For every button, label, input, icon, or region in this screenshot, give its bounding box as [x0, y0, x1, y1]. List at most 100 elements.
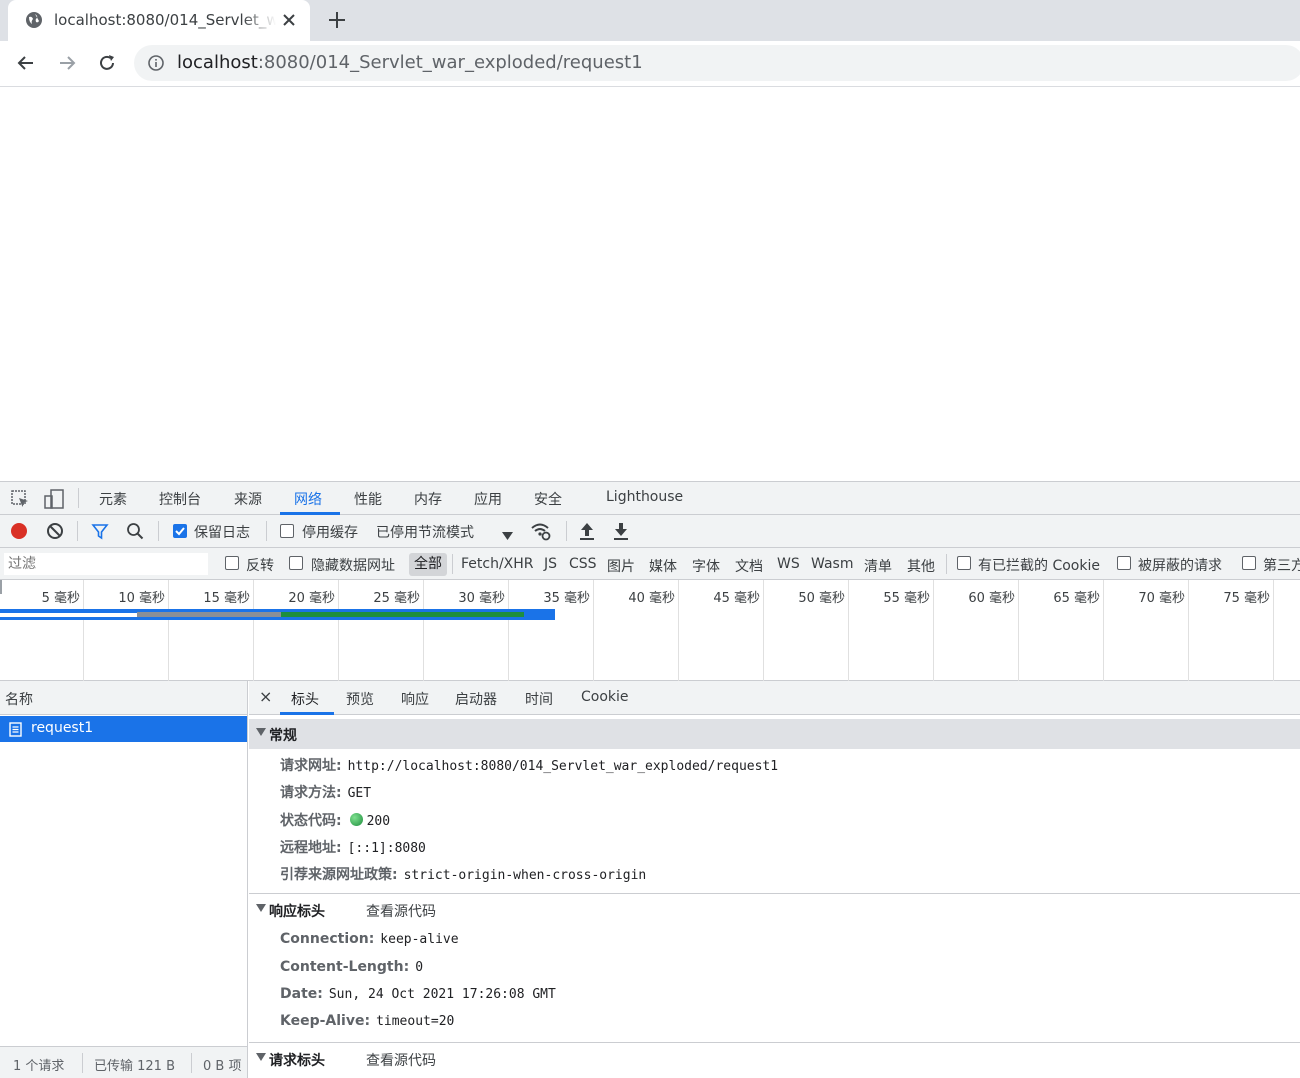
timeline-tick-label: 60 毫秒	[968, 591, 1015, 606]
general-row-referrer: 引荐来源网址政策: strict-origin-when-cross-origin	[280, 864, 646, 884]
tick-line	[763, 580, 764, 681]
tab-memory[interactable]: 内存	[414, 489, 442, 509]
third-party-checkbox[interactable]	[1242, 556, 1256, 570]
section-response-headers-header[interactable]: 响应标头 查看源代码	[249, 895, 1300, 925]
tab-console[interactable]: 控制台	[159, 489, 201, 509]
type-filter-css[interactable]: CSS	[569, 556, 597, 572]
filter-icon[interactable]	[91, 522, 109, 540]
tab-performance[interactable]: 性能	[354, 489, 382, 509]
active-detail-tab-indicator	[280, 712, 334, 715]
chevron-down-icon[interactable]	[502, 526, 513, 540]
check-icon	[175, 527, 185, 536]
section-general-header[interactable]: 常规	[249, 719, 1300, 749]
third-party-label: 第三方	[1263, 558, 1300, 574]
tab-title: localhost:8080/014_Servlet_war_exploded/…	[54, 11, 276, 29]
type-filter-other[interactable]: 其他	[907, 556, 935, 576]
timeline-tick-label: 75 毫秒	[1223, 591, 1270, 606]
device-toolbar-icon[interactable]	[43, 488, 65, 510]
preserve-log-checkbox[interactable]	[173, 524, 187, 538]
view-source-link[interactable]: 查看源代码	[366, 901, 436, 921]
browser-tab[interactable]: localhost:8080/014_Servlet_war_exploded/…	[8, 0, 310, 41]
invert-checkbox[interactable]	[225, 556, 239, 570]
header-key: 引荐来源网址政策:	[280, 867, 398, 883]
section-title: 请求标头	[269, 1053, 325, 1069]
tab-sources[interactable]: 来源	[234, 489, 262, 509]
record-icon[interactable]	[10, 522, 28, 540]
triangle-down-icon	[256, 728, 266, 736]
resources-size: 0 B 项	[203, 1059, 242, 1074]
header-value: 0	[415, 960, 424, 975]
arrow-left-icon	[17, 56, 33, 70]
triangle-down-icon	[256, 1053, 266, 1061]
close-details-icon[interactable]: ×	[259, 687, 272, 706]
hide-data-urls-checkbox[interactable]	[289, 556, 303, 570]
hide-data-urls-label: 隐藏数据网址	[311, 558, 395, 574]
timeline-overview[interactable]: 5 毫秒 10 毫秒 15 毫秒 20 毫秒 25 毫秒 30 毫秒 35 毫秒…	[0, 580, 1300, 681]
type-filter-ws[interactable]: WS	[777, 556, 800, 572]
preserve-log-label: 保留日志	[194, 525, 250, 541]
info-icon[interactable]	[147, 54, 165, 72]
tab-elements[interactable]: 元素	[99, 489, 127, 509]
type-filter-font[interactable]: 字体	[692, 556, 720, 576]
tick-line	[1018, 580, 1019, 681]
general-row-status: 状态代码: 200	[280, 810, 390, 830]
tab-headers[interactable]: 标头	[291, 689, 319, 709]
tab-initiator[interactable]: 启动器	[455, 689, 497, 709]
search-icon[interactable]	[126, 522, 144, 540]
header-key: Date:	[280, 986, 323, 1002]
timeline-tick-label: 10 毫秒	[118, 591, 165, 606]
address-bar[interactable]: localhost:8080/014_Servlet_war_exploded/…	[134, 45, 1300, 81]
tab-network[interactable]: 网络	[294, 489, 322, 509]
timeline-tick-label: 65 毫秒	[1053, 591, 1100, 606]
back-button[interactable]	[11, 48, 41, 78]
type-filter-manifest[interactable]: 清单	[864, 556, 892, 576]
type-filter-all[interactable]: 全部	[409, 553, 447, 576]
throttling-select[interactable]: 已停用节流模式	[376, 522, 474, 542]
devtools-tab-bar: 元素 控制台 来源 网络 性能 内存 应用 安全 Lighthouse	[0, 481, 1300, 515]
type-filter-js[interactable]: JS	[544, 556, 557, 572]
inspect-element-icon[interactable]	[10, 489, 30, 509]
filter-input[interactable]	[4, 553, 208, 575]
network-conditions-icon[interactable]	[530, 520, 552, 542]
type-filter-img[interactable]: 图片	[607, 556, 635, 576]
new-tab-icon[interactable]	[326, 9, 348, 31]
timeline-tick-label: 20 毫秒	[288, 591, 335, 606]
tick-line	[848, 580, 849, 681]
request-row[interactable]: request1	[0, 716, 247, 742]
tab-security[interactable]: 安全	[534, 489, 562, 509]
type-filter-fetch-xhr[interactable]: Fetch/XHR	[461, 556, 534, 572]
download-icon[interactable]	[612, 521, 630, 541]
tab-lighthouse[interactable]: Lighthouse	[606, 489, 683, 505]
tab-response[interactable]: 响应	[401, 689, 429, 709]
blocked-cookies-checkbox[interactable]	[957, 556, 971, 570]
invert-label: 反转	[246, 558, 274, 574]
column-header-name[interactable]: 名称	[0, 681, 247, 715]
tab-timing[interactable]: 时间	[525, 689, 553, 709]
upload-icon[interactable]	[578, 521, 596, 541]
clear-icon[interactable]	[46, 522, 64, 540]
section-request-headers-header[interactable]: 请求标头 查看源代码	[249, 1044, 1300, 1074]
response-header-row: Date: Sun, 24 Oct 2021 17:26:08 GMT	[280, 986, 556, 1002]
status-ok-dot-icon	[349, 813, 363, 826]
type-filter-wasm[interactable]: Wasm	[811, 556, 853, 572]
request-count: 1 个请求	[13, 1059, 65, 1074]
close-tab-icon[interactable]	[280, 11, 298, 29]
reload-button[interactable]	[92, 48, 122, 78]
tick-line	[1188, 580, 1189, 681]
triangle-down-icon	[256, 904, 266, 912]
blocked-requests-checkbox[interactable]	[1117, 556, 1131, 570]
url-text[interactable]: localhost:8080/014_Servlet_war_exploded/…	[177, 52, 643, 73]
header-key: 请求网址:	[280, 758, 342, 774]
type-filter-media[interactable]: 媒体	[649, 556, 677, 576]
forward-button[interactable]	[52, 48, 82, 78]
header-value: Sun, 24 Oct 2021 17:26:08 GMT	[328, 987, 556, 1002]
timeline-tick-label: 5 毫秒	[41, 591, 80, 606]
type-filter-doc[interactable]: 文档	[735, 556, 763, 576]
tab-preview[interactable]: 预览	[346, 689, 374, 709]
disable-cache-checkbox[interactable]	[280, 524, 294, 538]
tab-cookies[interactable]: Cookie	[581, 689, 629, 705]
tab-application[interactable]: 应用	[474, 489, 502, 509]
tick-line	[1103, 580, 1104, 681]
timeline-tick-label: 15 毫秒	[203, 591, 250, 606]
view-source-link[interactable]: 查看源代码	[366, 1050, 436, 1070]
